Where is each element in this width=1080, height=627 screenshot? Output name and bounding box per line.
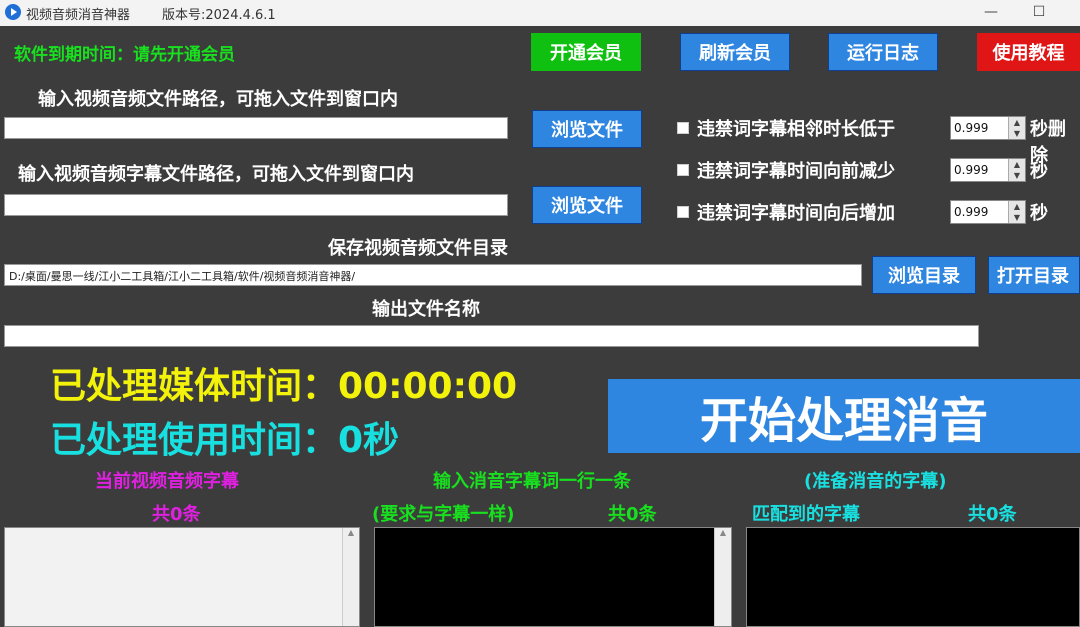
save-dir-input[interactable]: D:/桌面/曼思一线/江小二工具箱/江小二工具箱/软件/视频音频消音神器/: [4, 264, 862, 286]
option-value-1: 0.999: [954, 121, 989, 135]
window-title: 视频音频消音神器: [26, 8, 131, 23]
refresh-member-button[interactable]: 刷新会员: [680, 33, 790, 71]
option-spinner-2[interactable]: 0.999 ▲ ▼: [950, 158, 1026, 182]
app-play-icon: [5, 4, 21, 20]
input-words-count: 共0条: [608, 504, 657, 525]
matched-subs-list[interactable]: [746, 527, 1080, 627]
start-processing-button[interactable]: 开始处理消音: [608, 379, 1080, 453]
option-value-2: 0.999: [954, 163, 989, 177]
media-time-status: 已处理媒体时间：00:00:00: [50, 366, 518, 407]
current-subs-count: 共0条: [152, 504, 201, 525]
scrollbar[interactable]: ▲: [714, 528, 731, 626]
input-words-hint: (要求与字幕一样): [372, 504, 515, 525]
use-time-status: 已处理使用时间：0秒: [50, 420, 400, 461]
tutorial-button[interactable]: 使用教程: [977, 33, 1080, 71]
option-value-3: 0.999: [954, 205, 989, 219]
maximize-icon[interactable]: ☐: [1028, 2, 1050, 22]
media-path-label: 输入视频音频文件路径，可拖入文件到窗口内: [38, 89, 398, 110]
open-dir-button[interactable]: 打开目录: [988, 256, 1080, 294]
scrollbar[interactable]: ▲: [342, 528, 359, 626]
expire-status: 软件到期时间：请先开通会员: [14, 45, 235, 65]
minimize-icon[interactable]: —: [980, 2, 1002, 22]
scroll-up-icon[interactable]: ▲: [720, 528, 726, 537]
option-suffix-3: 秒: [1030, 203, 1048, 224]
option-label-3: 违禁词字幕时间向后增加: [697, 203, 895, 224]
prepare-title: (准备消音的字幕): [804, 471, 947, 492]
spinner-arrows-icon[interactable]: ▲ ▼: [1008, 159, 1025, 181]
output-name-label: 输出文件名称: [372, 299, 480, 320]
option-label-1: 违禁词字幕相邻时长低于: [697, 119, 895, 140]
option-checkbox-2[interactable]: [677, 164, 689, 176]
option-label-2: 违禁词字幕时间向前减少: [697, 161, 895, 182]
input-words-title: 输入消音字幕词一行一条: [433, 471, 631, 492]
option-checkbox-3[interactable]: [677, 206, 689, 218]
scroll-up-icon[interactable]: ▲: [348, 528, 354, 537]
browse-subtitle-button[interactable]: 浏览文件: [532, 186, 642, 224]
matched-count: 共0条: [968, 504, 1017, 525]
save-dir-label: 保存视频音频文件目录: [328, 238, 508, 259]
option-checkbox-1[interactable]: [677, 122, 689, 134]
input-words-textarea[interactable]: ▲: [374, 527, 732, 627]
option-suffix-2: 秒: [1030, 161, 1048, 182]
current-subs-list[interactable]: ▲: [4, 527, 360, 627]
browse-dir-button[interactable]: 浏览目录: [872, 256, 976, 294]
option-spinner-3[interactable]: 0.999 ▲ ▼: [950, 200, 1026, 224]
output-name-input[interactable]: [4, 325, 979, 347]
subtitle-path-input[interactable]: [4, 194, 508, 216]
subtitle-path-label: 输入视频音频字幕文件路径，可拖入文件到窗口内: [18, 164, 414, 185]
spinner-arrows-icon[interactable]: ▲ ▼: [1008, 117, 1025, 139]
spinner-arrows-icon[interactable]: ▲ ▼: [1008, 201, 1025, 223]
title-bar: 视频音频消音神器 版本号:2024.4.6.1 — ☐: [0, 0, 1080, 26]
open-member-button[interactable]: 开通会员: [531, 33, 641, 71]
media-path-input[interactable]: [4, 117, 508, 139]
run-log-button[interactable]: 运行日志: [828, 33, 938, 71]
matched-title: 匹配到的字幕: [752, 504, 860, 525]
version-label: 版本号:2024.4.6.1: [162, 8, 276, 23]
browse-media-button[interactable]: 浏览文件: [532, 110, 642, 148]
option-spinner-1[interactable]: 0.999 ▲ ▼: [950, 116, 1026, 140]
current-subs-title: 当前视频音频字幕: [95, 471, 239, 492]
